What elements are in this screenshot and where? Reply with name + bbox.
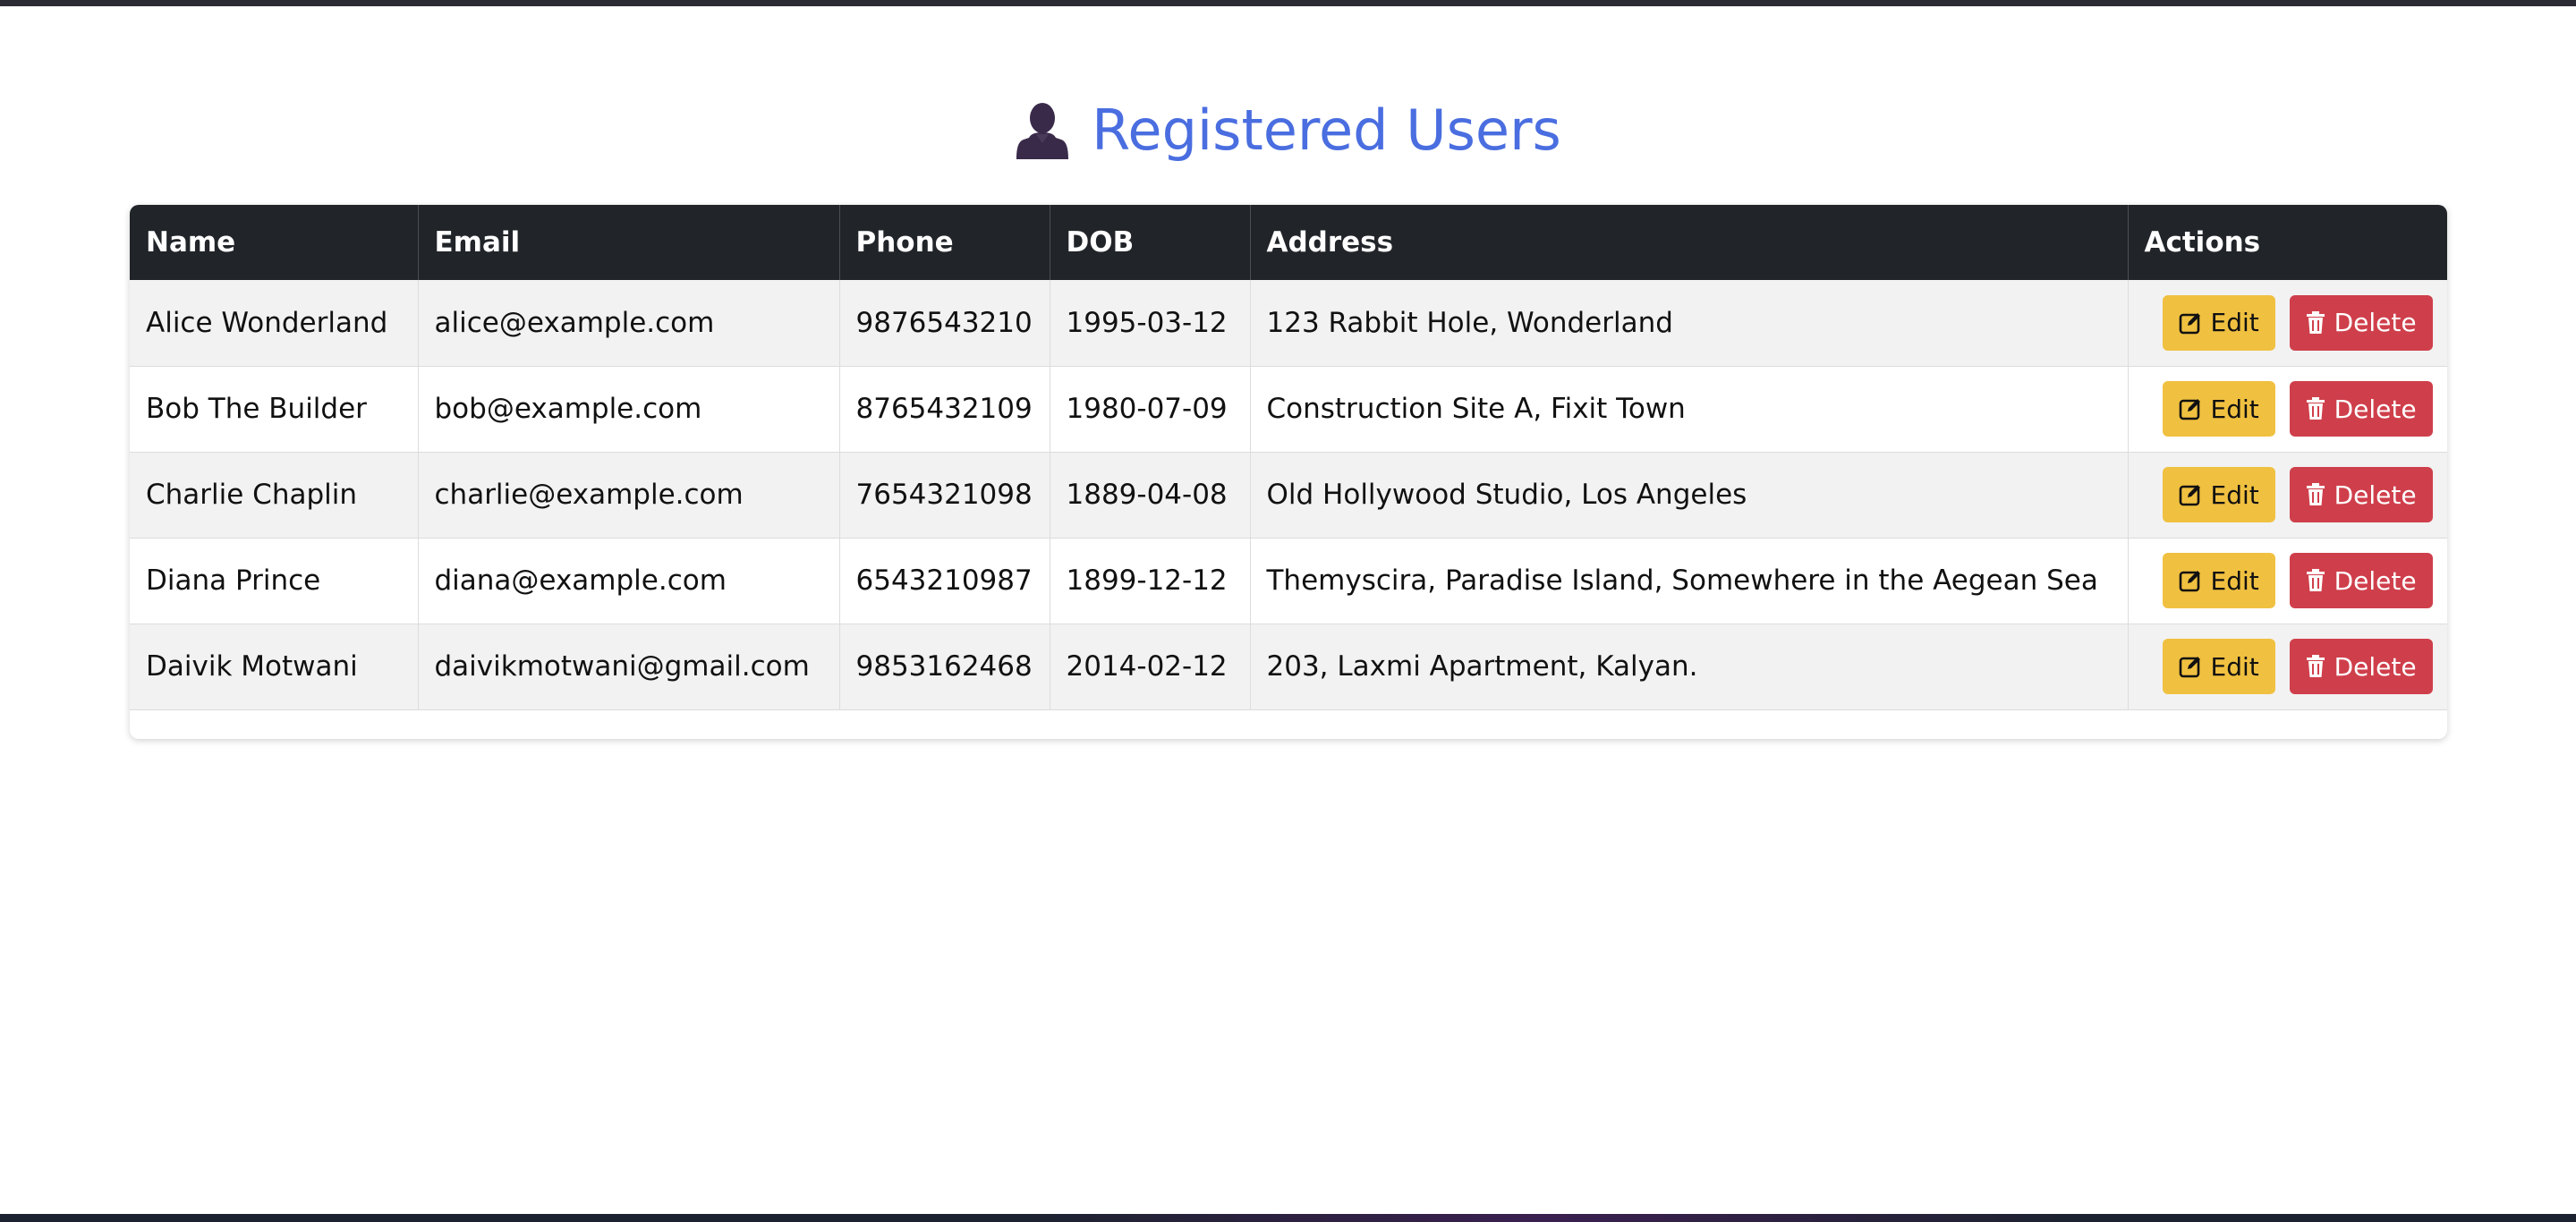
delete-label: Delete [2334, 308, 2417, 338]
edit-label: Edit [2210, 308, 2259, 338]
cell-dob: 1889-04-08 [1050, 452, 1251, 538]
cell-phone: 8765432109 [839, 366, 1050, 452]
table-row: Bob The Builder bob@example.com 87654321… [130, 366, 2447, 452]
trash-icon [2306, 655, 2325, 678]
column-header-phone: Phone [839, 205, 1050, 280]
delete-label: Delete [2334, 394, 2417, 424]
edit-label: Edit [2210, 565, 2259, 596]
trash-icon [2306, 483, 2325, 506]
trash-icon [2306, 397, 2325, 420]
delete-label: Delete [2334, 565, 2417, 596]
cell-actions: Edit Delete [2128, 366, 2447, 452]
cell-name: Charlie Chaplin [130, 452, 419, 538]
delete-button[interactable]: Delete [2289, 381, 2433, 437]
cell-address: Old Hollywood Studio, Los Angeles [1250, 452, 2129, 538]
cell-email: daivikmotwani@gmail.com [418, 624, 840, 709]
cell-dob: 2014-02-12 [1050, 624, 1251, 709]
delete-button[interactable]: Delete [2289, 294, 2433, 351]
users-table-card: Name Email Phone DOB Address Actions Ali… [130, 205, 2447, 739]
delete-label: Delete [2334, 479, 2417, 510]
edit-icon [2179, 483, 2202, 506]
cell-email: bob@example.com [418, 366, 840, 452]
cell-phone: 7654321098 [839, 452, 1050, 538]
column-header-email: Email [418, 205, 840, 280]
cell-name: Alice Wonderland [130, 280, 419, 366]
column-header-dob: DOB [1050, 205, 1251, 280]
edit-icon [2179, 311, 2202, 335]
column-header-address: Address [1250, 205, 2129, 280]
users-table: Name Email Phone DOB Address Actions Ali… [130, 205, 2447, 710]
trash-icon [2306, 310, 2325, 335]
cell-dob: 1995-03-12 [1050, 280, 1251, 366]
cell-address: 123 Rabbit Hole, Wonderland [1250, 280, 2129, 366]
cell-dob: 1980-07-09 [1050, 366, 1251, 452]
cell-dob: 1899-12-12 [1050, 538, 1251, 624]
cell-phone: 9876543210 [839, 280, 1050, 366]
column-header-name: Name [130, 205, 419, 280]
cell-phone: 9853162468 [839, 624, 1050, 709]
edit-label: Edit [2210, 479, 2259, 510]
delete-button[interactable]: Delete [2289, 639, 2433, 694]
cell-email: diana@example.com [418, 538, 840, 624]
table-header-row: Name Email Phone DOB Address Actions [130, 205, 2447, 280]
table-row: Charlie Chaplin charlie@example.com 7654… [130, 452, 2447, 538]
cell-email: charlie@example.com [418, 452, 840, 538]
edit-icon [2179, 569, 2202, 592]
user-silhouette-icon [1015, 98, 1070, 161]
top-border [0, 0, 2576, 6]
delete-label: Delete [2334, 651, 2417, 682]
cell-phone: 6543210987 [839, 538, 1050, 624]
trash-icon [2306, 569, 2325, 592]
cell-actions: Edit Delete [2128, 452, 2447, 538]
delete-button[interactable]: Delete [2289, 553, 2433, 608]
delete-button[interactable]: Delete [2289, 467, 2433, 522]
cell-address: 203, Laxmi Apartment, Kalyan. [1250, 624, 2129, 709]
cell-name: Daivik Motwani [130, 624, 419, 709]
column-header-actions: Actions [2144, 226, 2261, 259]
edit-label: Edit [2210, 651, 2259, 682]
cell-actions: Edit Delete [2128, 538, 2447, 624]
cell-address: Construction Site A, Fixit Town [1250, 366, 2129, 452]
edit-button[interactable]: Edit [2162, 381, 2275, 437]
cell-actions: Edit Delete [2128, 280, 2447, 366]
table-row: Diana Prince diana@example.com 654321098… [130, 538, 2447, 624]
edit-button[interactable]: Edit [2162, 553, 2275, 608]
edit-icon [2179, 655, 2202, 678]
cell-email: alice@example.com [418, 280, 840, 366]
edit-button[interactable]: Edit [2162, 639, 2275, 694]
table-row: Alice Wonderland alice@example.com 98765… [130, 280, 2447, 366]
cell-name: Diana Prince [130, 538, 419, 624]
edit-icon [2179, 397, 2202, 420]
edit-button[interactable]: Edit [2162, 294, 2275, 351]
cell-address: Themyscira, Paradise Island, Somewhere i… [1250, 538, 2129, 624]
bottom-border [0, 1214, 2576, 1222]
edit-button[interactable]: Edit [2162, 467, 2275, 522]
cell-name: Bob The Builder [130, 366, 419, 452]
cell-actions: Edit Delete [2128, 624, 2447, 709]
page-title: Registered Users [1092, 97, 1561, 163]
table-row: Daivik Motwani daivikmotwani@gmail.com 9… [130, 624, 2447, 709]
edit-label: Edit [2210, 394, 2259, 424]
page-header: Registered Users [0, 89, 2576, 170]
